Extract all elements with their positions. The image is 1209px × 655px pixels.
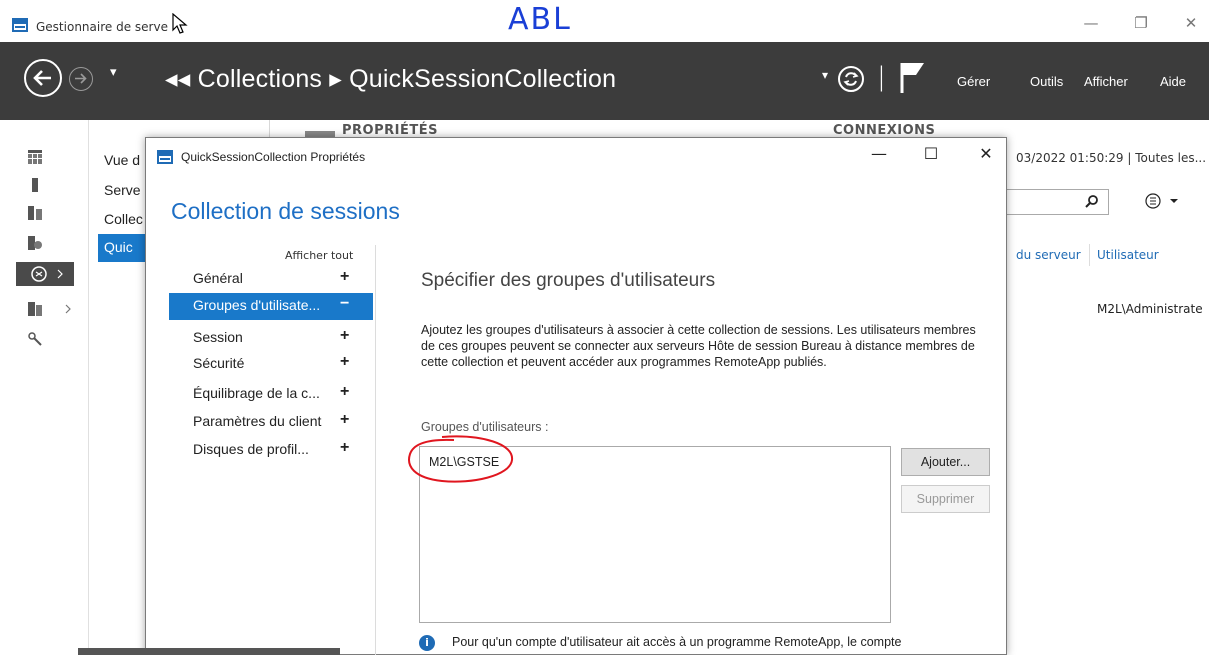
bg-connections-heading: CONNEXIONS	[833, 123, 936, 138]
bg-timestamp: 03/2022 01:50:29 | Toutes les...	[1016, 151, 1207, 165]
nav-label: Paramètres du client	[193, 413, 322, 429]
handwritten-circle-annotation	[408, 435, 514, 483]
menu-tools[interactable]: Outils	[1030, 74, 1063, 89]
dialog-nav-load-balancing[interactable]: Équilibrage de la c... +	[169, 381, 373, 408]
close-icon[interactable]: ✕	[1176, 10, 1206, 36]
dialog-maximize-icon[interactable]: ☐	[916, 144, 946, 163]
expand-icon[interactable]: +	[340, 353, 349, 371]
content-description: Ajoutez les groupes d'utilisateurs à ass…	[421, 323, 976, 369]
dialog-nav-profile-disks[interactable]: Disques de profil... +	[169, 437, 373, 464]
expand-icon[interactable]: +	[340, 383, 349, 401]
nav-label: Groupes d'utilisate...	[193, 297, 321, 313]
add-button[interactable]: Ajouter...	[901, 448, 990, 476]
dialog-nav-security[interactable]: Sécurité +	[169, 351, 373, 378]
bg-properties-heading: PROPRIÉTÉS	[342, 123, 438, 138]
bg-column-server[interactable]: du serveur	[1016, 248, 1081, 262]
dialog-nav-session[interactable]: Session +	[169, 325, 373, 352]
search-icon[interactable]	[1085, 194, 1099, 208]
dialog-nav-user-groups[interactable]: Groupes d'utilisate... −	[169, 293, 373, 320]
show-all-link[interactable]: Afficher tout	[285, 249, 353, 262]
expand-icon[interactable]: +	[340, 439, 349, 457]
server-manager-icon	[12, 18, 28, 32]
nav-label: Général	[193, 270, 243, 286]
tools-icon[interactable]	[28, 332, 42, 346]
dashboard-icon[interactable]	[28, 150, 42, 164]
column-divider	[1089, 244, 1090, 266]
dialog-title: QuickSessionCollection Propriétés	[181, 150, 366, 164]
dialog-nav-general[interactable]: Général +	[169, 266, 373, 293]
dialog-app-icon	[157, 150, 173, 164]
collapse-icon[interactable]: −	[340, 295, 349, 313]
expand-icon[interactable]: +	[340, 268, 349, 286]
dialog-heading: Collection de sessions	[171, 198, 400, 224]
handwritten-annotation: ABL	[508, 2, 572, 37]
back-button[interactable]	[24, 59, 62, 97]
dialog-nav-client-settings[interactable]: Paramètres du client +	[169, 409, 373, 436]
remove-button[interactable]: Supprimer	[901, 485, 990, 513]
header-separator: |	[877, 62, 886, 92]
window-title: Gestionnaire de serve	[36, 20, 168, 34]
menu-view[interactable]: Afficher	[1084, 74, 1128, 89]
nav-label: Session	[193, 329, 243, 345]
menu-manage[interactable]: Gérer	[957, 74, 990, 89]
info-icon: i	[419, 635, 435, 651]
remote-desktop-icon	[31, 266, 63, 282]
list-options-icon[interactable]	[1144, 192, 1184, 210]
horizontal-scrollbar[interactable]	[78, 648, 340, 655]
dialog-close-icon[interactable]: ✕	[971, 144, 1001, 163]
minimize-icon[interactable]: —	[1076, 10, 1106, 36]
nav-label: Sécurité	[193, 355, 245, 371]
dialog-separator	[375, 245, 376, 655]
cursor-icon	[172, 13, 188, 34]
bg-column-user[interactable]: Utilisateur	[1097, 248, 1159, 262]
bg-nav-servers[interactable]: Serve	[104, 182, 141, 198]
expand-icon[interactable]: +	[340, 411, 349, 429]
menu-help[interactable]: Aide	[1160, 74, 1186, 89]
roles-group-icon[interactable]	[22, 302, 80, 316]
forward-button[interactable]	[69, 67, 93, 91]
bg-nav-quicksession[interactable]: Quic	[104, 239, 133, 255]
back-arrow-icon	[33, 70, 51, 86]
breadcrumb[interactable]: ◂◂ Collections ▸ QuickSessionCollection	[165, 64, 616, 94]
refresh-icon[interactable]	[836, 64, 866, 94]
nav-label: Équilibrage de la c...	[193, 385, 320, 401]
info-text: Pour qu'un compte d'utilisateur ait accè…	[452, 635, 902, 649]
file-services-icon[interactable]	[28, 236, 42, 250]
bg-user-cell: M2L\Administrate	[1097, 302, 1203, 316]
remote-desktop-services-rail-item[interactable]	[16, 262, 74, 286]
bg-nav-overview[interactable]: Vue d	[104, 152, 140, 168]
dialog-minimize-icon[interactable]: —	[864, 144, 894, 163]
local-server-icon[interactable]	[28, 178, 42, 192]
all-servers-icon[interactable]	[28, 206, 42, 220]
nav-label: Disques de profil...	[193, 441, 309, 457]
user-groups-label: Groupes d'utilisateurs :	[421, 420, 549, 434]
forward-arrow-icon	[75, 73, 87, 84]
content-title: Spécifier des groupes d'utilisateurs	[421, 270, 716, 291]
expand-icon[interactable]: +	[340, 327, 349, 345]
history-dropdown[interactable]: ▾	[110, 65, 117, 80]
restore-icon[interactable]: ❐	[1126, 10, 1156, 36]
icon-rail	[0, 120, 89, 655]
notifications-flag-icon[interactable]	[898, 61, 926, 95]
bg-nav-collections[interactable]: Collec	[104, 211, 143, 227]
refresh-dropdown[interactable]: ▾	[822, 68, 828, 82]
